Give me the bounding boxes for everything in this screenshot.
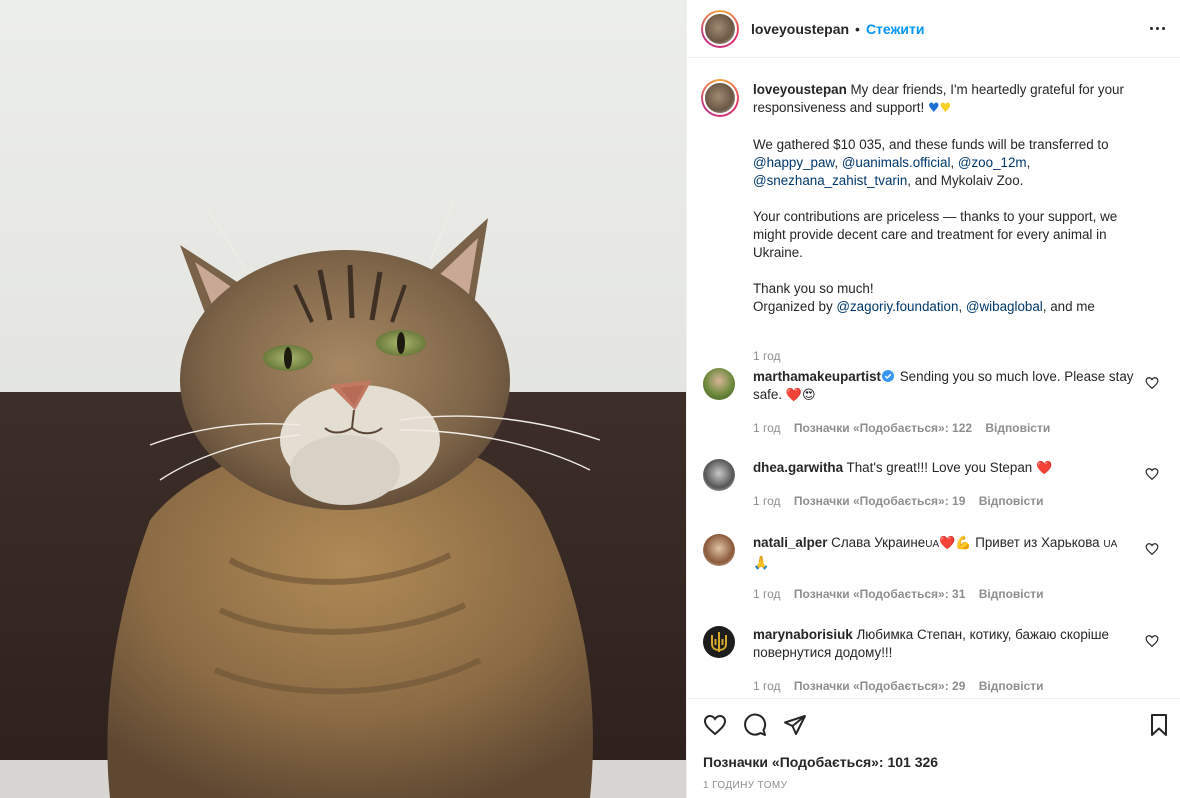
comment-body-2: Привет из Харькова bbox=[975, 535, 1100, 550]
commenter-avatar[interactable] bbox=[703, 534, 735, 566]
comment-emoji: ❤️ bbox=[1035, 461, 1053, 476]
comment-like-heart-icon[interactable] bbox=[1145, 542, 1159, 556]
author-avatar[interactable] bbox=[701, 9, 739, 48]
commenter-avatar[interactable] bbox=[703, 626, 735, 658]
commenter-username[interactable]: marthamakeupartist bbox=[753, 369, 881, 384]
more-dots-icon[interactable] bbox=[1147, 18, 1167, 38]
comment-text: natali_alper Слава УкраинеUA❤️💪 Привет и… bbox=[753, 534, 1145, 573]
verified-badge-icon bbox=[882, 370, 895, 382]
comments-scroll-area[interactable]: loveyoustepan My dear friends, I'm heart… bbox=[687, 59, 1180, 697]
comment-emoji: ❤️😍 bbox=[785, 388, 816, 403]
caption-text: loveyoustepan My dear friends, I'm heart… bbox=[753, 81, 1153, 316]
likes-count[interactable]: Позначки «Подобається»: 101 326 bbox=[703, 754, 938, 770]
comment-likes[interactable]: Позначки «Подобається»: 19 bbox=[794, 494, 965, 508]
reply-button[interactable]: Відповісти bbox=[979, 494, 1044, 508]
commenter-username[interactable]: natali_alper bbox=[753, 535, 827, 550]
caption-paragraph-5-start: Organized by bbox=[753, 299, 833, 314]
caption-paragraph-5-end: , and me bbox=[1042, 299, 1095, 314]
author-username[interactable]: loveyoustepan bbox=[751, 21, 849, 37]
caption-author-avatar[interactable] bbox=[701, 79, 739, 117]
bookmark-icon[interactable] bbox=[1147, 713, 1171, 737]
reply-button[interactable]: Відповісти bbox=[979, 587, 1044, 601]
caption-timestamp[interactable]: 1 год bbox=[753, 349, 781, 363]
comment-timestamp[interactable]: 1 год bbox=[753, 679, 781, 693]
comment-timestamp[interactable]: 1 год bbox=[753, 421, 781, 435]
comment-likes[interactable]: Позначки «Подобається»: 122 bbox=[794, 421, 972, 435]
reply-button[interactable]: Відповісти bbox=[985, 421, 1050, 435]
post-timestamp[interactable]: 1 ГОДИНУ ТОМУ bbox=[703, 780, 787, 791]
commenter-username[interactable]: marynaborisiuk bbox=[753, 627, 853, 642]
mention-link[interactable]: @snezhana_zahist_tvarin bbox=[753, 173, 907, 188]
comment-meta: 1 год Позначки «Подобається»: 29 Відпові… bbox=[753, 679, 1054, 693]
flag-ua: UA bbox=[925, 539, 940, 550]
caption-paragraph-2-start: We gathered $10 035, and these funds wil… bbox=[753, 137, 1109, 152]
flag-ua: UA bbox=[1103, 539, 1118, 550]
comment-meta: 1 год Позначки «Подобається»: 19 Відпові… bbox=[753, 494, 1054, 508]
yellow-heart-emoji: ♥ bbox=[939, 101, 952, 116]
comment-like-heart-icon[interactable] bbox=[1145, 467, 1159, 481]
comment-text: marthamakeupartist Sending you so much l… bbox=[753, 368, 1145, 405]
paper-plane-icon[interactable] bbox=[783, 713, 807, 737]
comment-like-heart-icon[interactable] bbox=[1145, 376, 1159, 390]
comment-timestamp[interactable]: 1 год bbox=[753, 587, 781, 601]
caption-paragraph-4: Thank you so much! bbox=[753, 281, 874, 296]
caption-paragraph-2-end: , and Mykolaiv Zoo. bbox=[907, 173, 1024, 188]
blue-heart-emoji: ♥ bbox=[927, 101, 940, 116]
mention-link[interactable]: @wibaglobal bbox=[966, 299, 1043, 314]
comment-likes[interactable]: Позначки «Подобається»: 29 bbox=[794, 679, 965, 693]
reply-button[interactable]: Відповісти bbox=[979, 679, 1044, 693]
comment-text: marynaborisiuk Любимка Степан, котику, б… bbox=[753, 626, 1145, 662]
caption-username[interactable]: loveyoustepan bbox=[753, 82, 847, 97]
separator-dot: • bbox=[855, 20, 860, 37]
comment-timestamp[interactable]: 1 год bbox=[753, 494, 781, 508]
heart-outline-icon[interactable] bbox=[703, 713, 727, 737]
commenter-username[interactable]: dhea.garwitha bbox=[753, 460, 843, 475]
mention-link[interactable]: @zoo_12m bbox=[958, 155, 1027, 170]
mention-link[interactable]: @happy_paw bbox=[753, 155, 834, 170]
post-details-panel: loveyoustepan • Стежити loveyoustepan My… bbox=[686, 0, 1180, 798]
follow-button[interactable]: Стежити bbox=[866, 21, 925, 37]
commenter-avatar[interactable] bbox=[703, 368, 735, 400]
comment-meta: 1 год Позначки «Подобається»: 31 Відпові… bbox=[753, 587, 1054, 601]
comment-likes[interactable]: Позначки «Подобається»: 31 bbox=[794, 587, 965, 601]
comment-emoji: 🙏 bbox=[753, 556, 770, 571]
comment-body: That's great!!! Love you Stepan bbox=[846, 460, 1033, 475]
comment-meta: 1 год Позначки «Подобається»: 122 Відпов… bbox=[753, 421, 1060, 435]
post-photo[interactable] bbox=[0, 0, 686, 798]
commenter-avatar[interactable] bbox=[703, 459, 735, 491]
comment-text: dhea.garwitha That's great!!! Love you S… bbox=[753, 459, 1145, 478]
trident-icon bbox=[711, 632, 727, 652]
mention-link[interactable]: @zagoriy.foundation bbox=[836, 299, 958, 314]
cat-illustration bbox=[107, 199, 601, 798]
post-actions: Позначки «Подобається»: 101 326 1 ГОДИНУ… bbox=[687, 698, 1180, 798]
mention-link[interactable]: @uanimals.official bbox=[842, 155, 951, 170]
comment-bubble-icon[interactable] bbox=[743, 713, 767, 737]
comment-body: Слава Украине bbox=[831, 535, 926, 550]
comment-emoji: ❤️💪 bbox=[939, 536, 972, 551]
caption-paragraph-3: Your contributions are priceless — thank… bbox=[753, 209, 1118, 260]
comment-like-heart-icon[interactable] bbox=[1145, 634, 1159, 648]
post-header: loveyoustepan • Стежити bbox=[687, 0, 1180, 58]
